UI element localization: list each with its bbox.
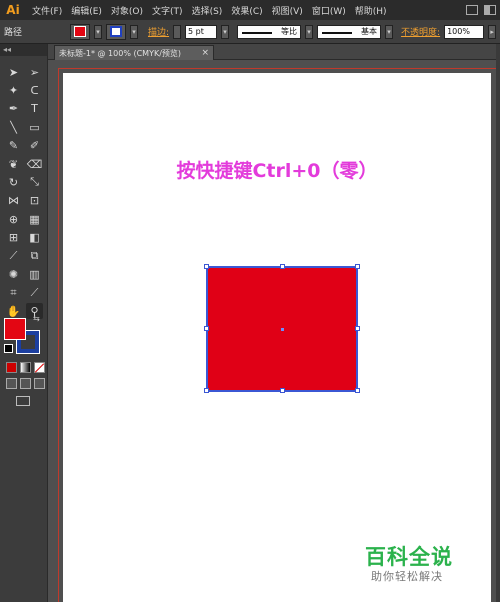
- brush-dropdown-icon[interactable]: ▾: [385, 24, 394, 39]
- perspective-grid-tool-icon[interactable]: ▦: [26, 211, 43, 227]
- menu-type[interactable]: 文字(T): [152, 4, 183, 17]
- resize-handle-right[interactable]: [355, 326, 360, 331]
- free-transform-tool-icon[interactable]: ⊡: [26, 193, 43, 209]
- stroke-weight-dropdown-icon[interactable]: ▾: [221, 24, 230, 39]
- watermark-title: 百科全说: [365, 545, 453, 569]
- control-bar: 路径 ▾ ▾ 描边: 5 pt ▾ 等比 ▾ 基本 ▾ 不透明度: 100% ▸: [0, 20, 500, 44]
- rotate-tool-icon[interactable]: ↻: [5, 174, 22, 190]
- pencil-tool-icon[interactable]: ✐: [26, 138, 43, 154]
- direct-selection-tool-icon[interactable]: ➢: [26, 64, 43, 80]
- menu-bar: Ai 文件(F) 编辑(E) 对象(O) 文字(T) 选择(S) 效果(C) 视…: [0, 0, 500, 20]
- eyedropper-tool-icon[interactable]: ⟋: [5, 248, 22, 264]
- stroke-swatch-button[interactable]: [106, 23, 126, 40]
- menu-edit[interactable]: 编辑(E): [71, 4, 102, 17]
- draw-inside-icon[interactable]: [34, 378, 45, 389]
- stroke-dropdown-icon[interactable]: ▾: [130, 24, 138, 39]
- default-colors-icon[interactable]: [4, 344, 13, 353]
- center-point: [281, 328, 284, 331]
- document-tab-strip: 未标题-1* @ 100% (CMYK/预览) ×: [48, 44, 500, 60]
- artboard-tool-icon[interactable]: ⌗: [5, 285, 22, 301]
- gradient-mode-icon[interactable]: [20, 362, 31, 373]
- fill-dropdown-icon[interactable]: ▾: [94, 24, 102, 39]
- type-tool-icon[interactable]: T: [26, 101, 43, 117]
- brush-definition[interactable]: 基本: [317, 24, 382, 39]
- blob-brush-tool-icon[interactable]: ❦: [5, 156, 22, 172]
- resize-handle-bottom-left[interactable]: [204, 388, 209, 393]
- profile-dropdown-icon[interactable]: ▾: [305, 24, 314, 39]
- fill-color-chip: [74, 26, 86, 37]
- menu-right-icons: [466, 5, 496, 15]
- eraser-tool-icon[interactable]: ⌫: [26, 156, 43, 172]
- shortcut-hint-text: 按快捷键Ctrl+0（零）: [176, 160, 378, 182]
- stroke-weight-stepper[interactable]: [173, 24, 182, 39]
- tools-collapse-icon[interactable]: ◂◂: [0, 44, 47, 56]
- opacity-dropdown-icon[interactable]: ▸: [488, 24, 497, 39]
- resize-handle-top-left[interactable]: [204, 264, 209, 269]
- resize-handle-left[interactable]: [204, 326, 209, 331]
- column-graph-tool-icon[interactable]: ▥: [26, 266, 43, 282]
- selection-tool-icon[interactable]: ➤: [5, 64, 22, 80]
- document-tab-title: 未标题-1* @ 100% (CMYK/预览): [59, 48, 182, 58]
- paintbrush-tool-icon[interactable]: ✎: [5, 138, 22, 154]
- scale-tool-icon[interactable]: ⤡: [26, 174, 43, 190]
- menu-object[interactable]: 对象(O): [111, 4, 143, 17]
- line-tool-icon[interactable]: ╲: [5, 119, 22, 135]
- canvas-area[interactable]: 按快捷键Ctrl+0（零） 百科全说 助你轻松解决: [48, 60, 500, 602]
- menu-select[interactable]: 选择(S): [192, 4, 223, 17]
- stroke-label-link[interactable]: 描边:: [148, 25, 169, 38]
- right-panel-edge: [496, 44, 500, 602]
- none-mode-icon[interactable]: [34, 362, 45, 373]
- opacity-input[interactable]: 100%: [444, 24, 485, 39]
- shape-builder-tool-icon[interactable]: ⊕: [5, 211, 22, 227]
- menu-view[interactable]: 视图(V): [272, 4, 303, 17]
- menu-window[interactable]: 窗口(W): [312, 4, 346, 17]
- fill-swatch-button[interactable]: [70, 23, 90, 40]
- width-tool-icon[interactable]: ⋈: [5, 193, 22, 209]
- variable-width-profile[interactable]: 等比: [237, 24, 302, 39]
- close-icon[interactable]: ×: [201, 48, 209, 58]
- resize-handle-bottom-right[interactable]: [355, 388, 360, 393]
- gradient-tool-icon[interactable]: ◧: [26, 230, 43, 246]
- color-mode-icon[interactable]: [6, 362, 17, 373]
- screen-mode-icon[interactable]: [16, 396, 30, 406]
- draw-normal-icon[interactable]: [6, 378, 17, 389]
- resize-handle-top[interactable]: [280, 264, 285, 269]
- magic-wand-tool-icon[interactable]: ✦: [5, 82, 22, 98]
- document-tab[interactable]: 未标题-1* @ 100% (CMYK/预览) ×: [54, 45, 214, 60]
- watermark-subtitle: 助你轻松解决: [371, 570, 443, 583]
- lasso-tool-icon[interactable]: ᑕ: [26, 82, 43, 98]
- pen-tool-icon[interactable]: ✒: [5, 101, 22, 117]
- selection-type-label: 路径: [4, 28, 23, 38]
- menu-file[interactable]: 文件(F): [32, 4, 62, 17]
- rectangle-tool-icon[interactable]: ▭: [26, 119, 43, 135]
- tools-panel: ◂◂ ➤ ➢ ✦ ᑕ ✒ T ╲ ▭ ✎ ✐ ❦ ⌫ ↻ ⤡ ⋈ ⊡ ⊕ ▦ ⊞ ◧ ⟋ ⧉ ✺ ▥ ⌗ ⟋ ✋ ⚲ ⇆: [0, 44, 48, 602]
- app-logo: Ai: [6, 3, 20, 17]
- selected-rectangle[interactable]: [206, 266, 358, 392]
- fill-color-box[interactable]: [4, 318, 26, 340]
- swap-colors-icon[interactable]: ⇆: [33, 314, 40, 323]
- opacity-label-link[interactable]: 不透明度:: [401, 25, 440, 38]
- menu-help[interactable]: 帮助(H): [355, 4, 387, 17]
- artboard[interactable]: 按快捷键Ctrl+0（零） 百科全说 助你轻松解决: [63, 73, 491, 602]
- resize-handle-bottom[interactable]: [280, 388, 285, 393]
- hand-tool-icon[interactable]: ✋: [5, 303, 22, 319]
- symbol-sprayer-tool-icon[interactable]: ✺: [5, 266, 22, 282]
- menu-effect[interactable]: 效果(C): [231, 4, 262, 17]
- mesh-tool-icon[interactable]: ⊞: [5, 230, 22, 246]
- stroke-weight-input[interactable]: 5 pt: [185, 24, 218, 39]
- slice-tool-icon[interactable]: ⟋: [26, 285, 43, 301]
- stroke-color-chip: [110, 26, 122, 37]
- bridge-icon[interactable]: [466, 5, 478, 15]
- arrange-documents-icon[interactable]: [484, 5, 496, 15]
- resize-handle-top-right[interactable]: [355, 264, 360, 269]
- draw-behind-icon[interactable]: [20, 378, 31, 389]
- blend-tool-icon[interactable]: ⧉: [26, 248, 43, 264]
